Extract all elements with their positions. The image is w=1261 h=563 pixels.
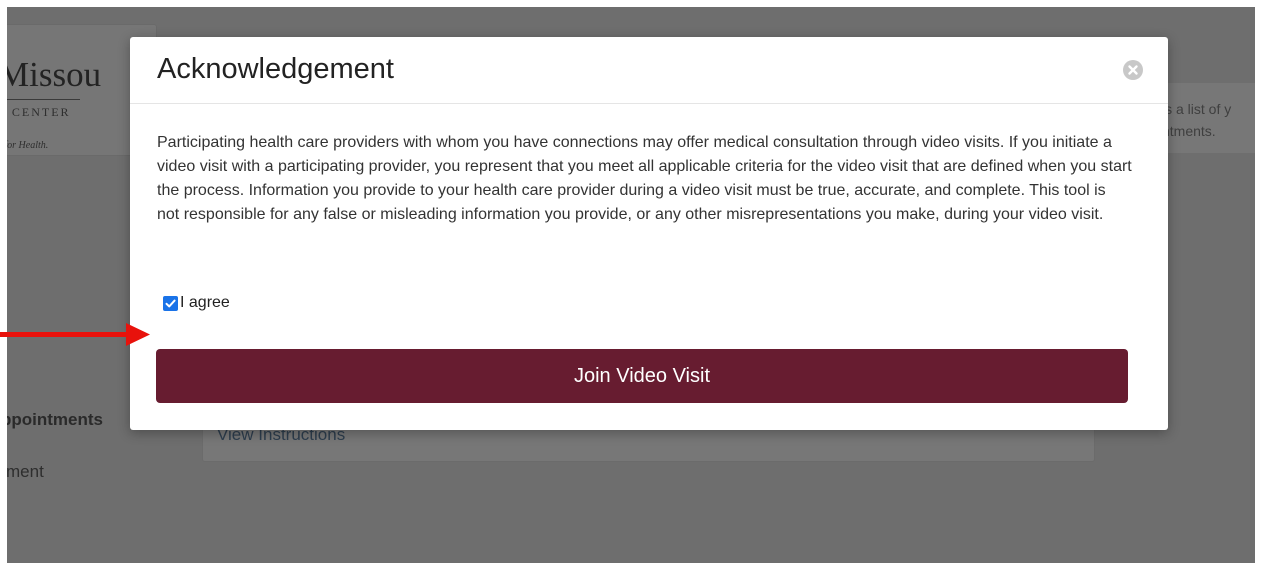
annotation-arrow-icon <box>0 323 150 346</box>
logo-divider <box>7 99 80 100</box>
appointments-heading: ppointments <box>7 410 103 429</box>
acknowledgement-modal: Acknowledgement Participating health car… <box>130 37 1168 430</box>
modal-header: Acknowledgement <box>130 37 1168 104</box>
modal-title: Acknowledgement <box>157 53 394 85</box>
app-window: Missou L CENTER r for Health. is a list … <box>7 7 1255 563</box>
join-video-visit-button[interactable]: Join Video Visit <box>156 349 1128 403</box>
close-icon[interactable] <box>1123 60 1143 80</box>
logo-main-text: Missou <box>7 55 102 94</box>
info-banner-text: is a list of y ntments. <box>1162 101 1232 139</box>
appointment-subtext: ment <box>7 462 44 481</box>
logo-tagline: r for Health. <box>7 140 49 151</box>
acknowledgement-text: Participating health care providers with… <box>157 134 1132 223</box>
agree-label[interactable]: I agree <box>180 294 230 312</box>
agree-checkbox[interactable] <box>163 296 178 311</box>
logo-sub-text: L CENTER <box>7 105 71 119</box>
